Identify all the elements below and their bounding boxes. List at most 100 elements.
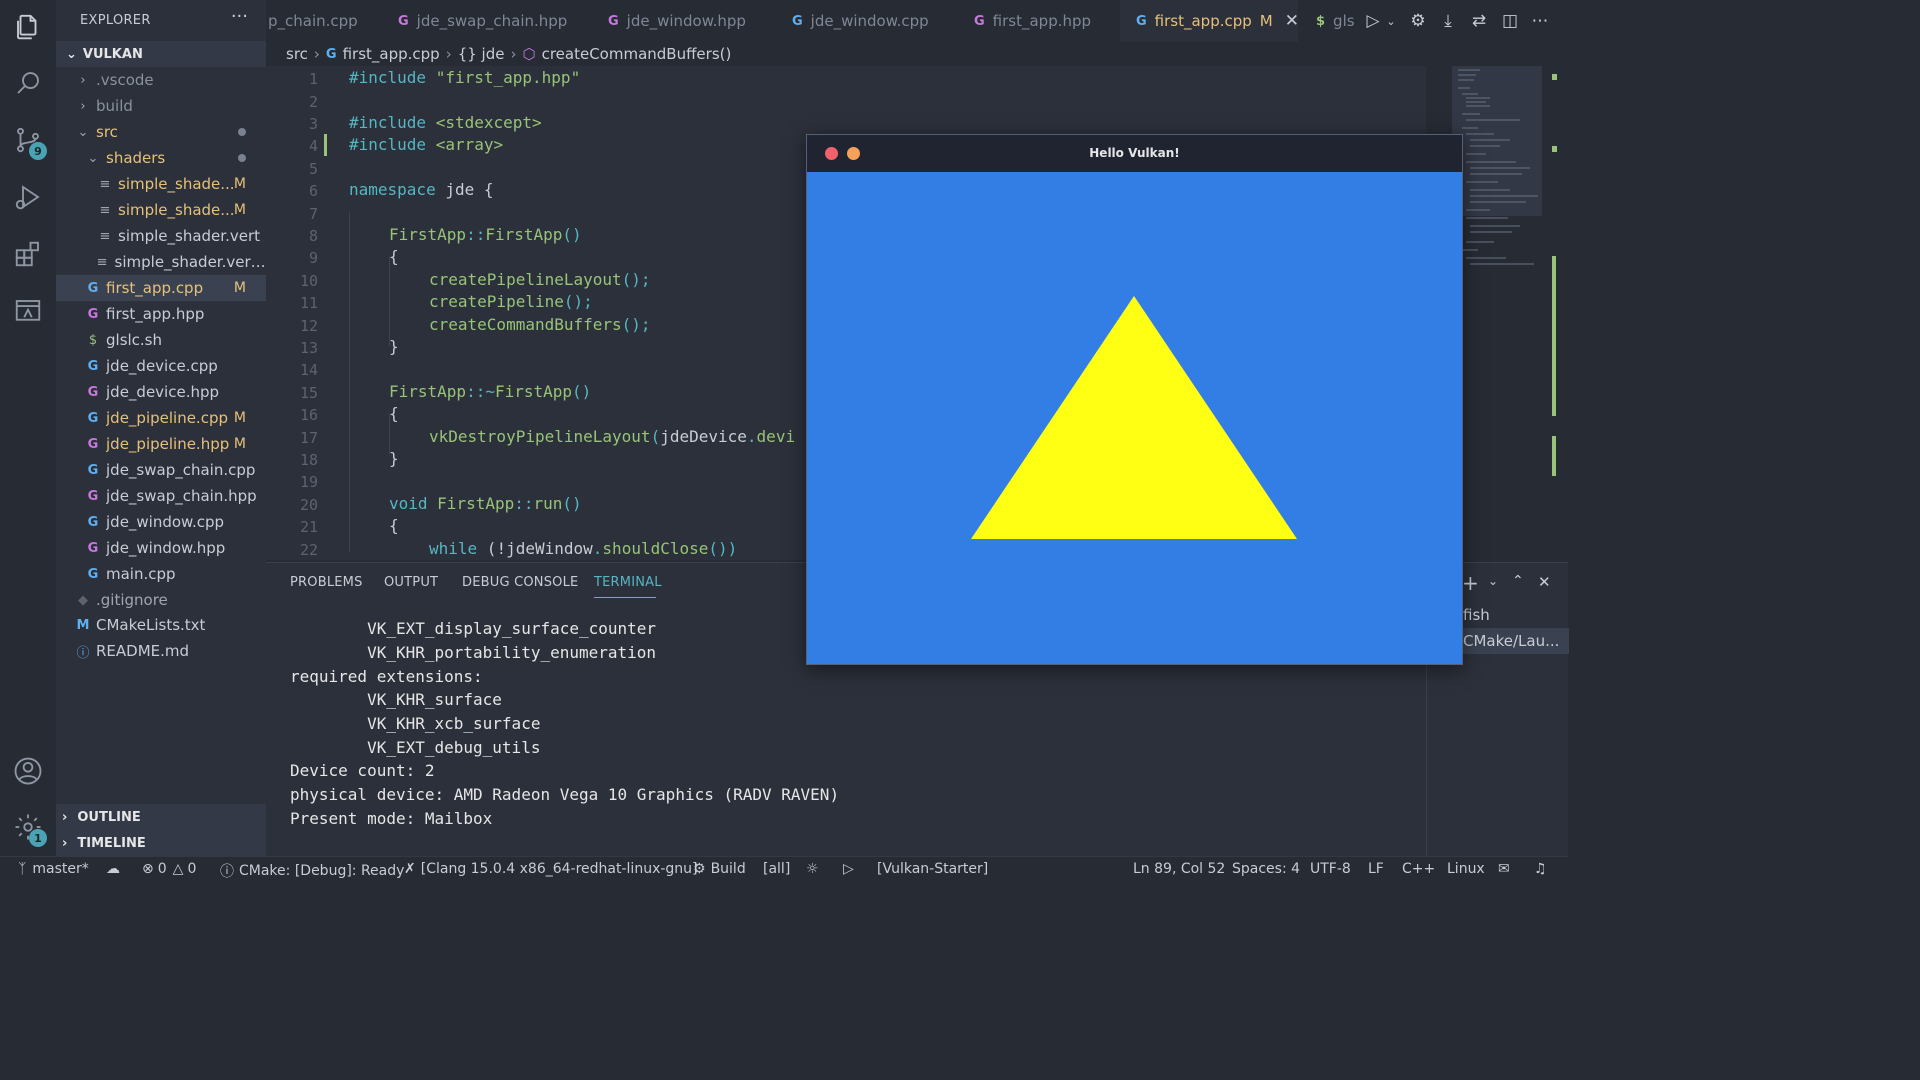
terminal-line: VK_EXT_debug_utils [290, 738, 541, 757]
explorer-icon[interactable] [0, 2, 56, 52]
tree-item-label: jde_device.cpp [106, 357, 218, 375]
code-line-9: { [389, 247, 399, 266]
end-of-line[interactable]: LF [1368, 861, 1384, 877]
breadcrumb-namespace[interactable]: {} jde [458, 45, 505, 63]
tab-jde-window-hpp[interactable]: G jde_window.hpp [608, 0, 768, 42]
tab-problems[interactable]: PROBLEMS [290, 575, 363, 590]
tree-item-build[interactable]: › build [56, 93, 266, 119]
feedback-icon[interactable]: ✉ [1498, 861, 1510, 877]
search-icon[interactable] [0, 58, 56, 108]
notifications-bell-icon[interactable]: ♫ [1534, 861, 1547, 877]
tree-item-jde-device-cpp[interactable]: G jde_device.cpp [56, 353, 266, 379]
tree-item-label: .vscode [96, 71, 154, 89]
account-icon[interactable] [0, 746, 56, 796]
tree-item-jde-swap-chain-cpp[interactable]: G jde_swap_chain.cpp [56, 457, 266, 483]
minimap[interactable] [1450, 66, 1568, 560]
manage-gear-icon[interactable] [0, 802, 56, 852]
tree-item-gitignore[interactable]: ◆ .gitignore [56, 587, 266, 613]
tab-debug-console[interactable]: DEBUG CONSOLE [462, 575, 578, 590]
tree-item-src[interactable]: ⌄ src [56, 119, 266, 145]
code-token: (! [477, 539, 507, 558]
more-actions-icon[interactable]: ⋯ [1529, 10, 1551, 32]
launch-target[interactable]: [Vulkan-Starter] [877, 861, 988, 877]
breadcrumb-folder[interactable]: src [286, 45, 308, 63]
chevron-down-icon[interactable]: ⌄ [1380, 10, 1402, 32]
tree-item-jde-pipeline-hpp[interactable]: G jde_pipeline.hpp M [56, 431, 266, 457]
tree-item-shader-vert[interactable]: ≡ simple_shader.vert [56, 223, 266, 249]
window-titlebar[interactable]: Hello Vulkan! [807, 135, 1462, 172]
more-actions-icon[interactable]: ··· [231, 6, 248, 27]
tree-item-cmakelists[interactable]: M CMakeLists.txt [56, 612, 266, 638]
timeline-section[interactable]: › TIMELINE [56, 830, 266, 856]
tree-item-shader-vert-spv[interactable]: ≡ simple_shader.vert.... [56, 249, 266, 275]
encoding[interactable]: UTF-8 [1310, 861, 1351, 877]
line-number: 2 [308, 93, 318, 111]
tree-item-jde-swap-chain-hpp[interactable]: G jde_swap_chain.hpp [56, 483, 266, 509]
language-mode[interactable]: C++ [1402, 861, 1435, 877]
run-debug-icon[interactable] [0, 172, 56, 222]
launch-icon[interactable]: ▷ [843, 861, 854, 877]
build-button[interactable]: ⚙ Build [693, 861, 746, 877]
outline-section[interactable]: › OUTLINE [56, 804, 266, 830]
tree-item-jde-window-hpp[interactable]: G jde_window.hpp [56, 535, 266, 561]
tree-item-label: build [96, 97, 133, 115]
sync-icon[interactable]: ☁ [106, 861, 120, 877]
cursor-position[interactable]: Ln 89, Col 52 [1133, 861, 1225, 877]
settings-gear-icon[interactable]: ⚙ [1407, 10, 1429, 32]
remote-explorer-icon[interactable] [0, 286, 56, 336]
tab-label: p_chain.cpp [268, 12, 358, 30]
tab-jde-window-cpp[interactable]: G jde_window.cpp [792, 0, 952, 42]
line-number: 6 [308, 182, 318, 200]
tree-item-jde-device-hpp[interactable]: G jde_device.hpp [56, 379, 266, 405]
close-panel-icon[interactable]: ✕ [1538, 573, 1551, 591]
cmake-kit[interactable]: ✗ [Clang 15.0.4 x86_64-redhat-linux-gnu] [404, 861, 698, 877]
tree-item-first-app-cpp[interactable]: G first_app.cpp M [56, 275, 266, 301]
tree-item-first-app-hpp[interactable]: G first_app.hpp [56, 301, 266, 327]
tree-item-main-cpp[interactable]: G main.cpp [56, 561, 266, 587]
code-line-16: { [389, 404, 399, 423]
tree-item-label: main.cpp [106, 565, 176, 583]
tab-jde-swap-chain-hpp[interactable]: G jde_swap_chain.hpp [398, 0, 578, 42]
code-line-11: createPipeline(); [429, 292, 593, 311]
tree-item-readme[interactable]: ⓘ README.md [56, 638, 266, 664]
split-editor-icon[interactable]: ◫ [1499, 10, 1521, 32]
vulkan-app-window[interactable]: Hello Vulkan! [806, 134, 1463, 665]
problems-summary[interactable]: ⊗ 0 △ 0 [142, 861, 196, 877]
tab-swap-chain-cpp[interactable]: p_chain.cpp [268, 0, 380, 42]
cmake-status[interactable]: ⓘ CMake: [Debug]: Ready [220, 861, 404, 881]
compare-changes-icon[interactable]: ⇄ [1468, 10, 1490, 32]
debug-icon[interactable]: ☼ [806, 861, 819, 877]
tab-glslc-sh[interactable]: $ gls [1316, 0, 1366, 42]
workspace-root[interactable]: ⌄ VULKAN [56, 41, 266, 67]
modified-mark: M [233, 176, 246, 192]
build-target[interactable]: [all] [763, 861, 790, 877]
close-tab-icon[interactable]: ✕ [1285, 11, 1299, 31]
tree-item-jde-window-cpp[interactable]: G jde_window.cpp [56, 509, 266, 535]
tree-item-shaders[interactable]: ⌄ shaders [56, 145, 266, 171]
chevron-down-icon[interactable]: ⌄ [1488, 574, 1498, 588]
tree-item-shader-frag-spv[interactable]: ≡ simple_shade... M [56, 197, 266, 223]
download-icon[interactable]: ⤓ [1437, 10, 1459, 32]
tab-output[interactable]: OUTPUT [384, 575, 438, 590]
tab-first-app-hpp[interactable]: G first_app.hpp [974, 0, 1124, 42]
indentation[interactable]: Spaces: 4 [1232, 861, 1300, 877]
tab-terminal[interactable]: TERMINAL [594, 575, 662, 590]
maximize-panel-icon[interactable]: ⌃ [1512, 573, 1524, 589]
tree-item-label: simple_shade... [118, 175, 235, 193]
tree-item-vscode[interactable]: › .vscode [56, 67, 266, 93]
git-branch[interactable]: ᛉ master* [18, 861, 89, 877]
breadcrumb-file[interactable]: first_app.cpp [343, 45, 440, 63]
source-control-icon[interactable] [0, 115, 56, 165]
window-title: Hello Vulkan! [1089, 146, 1180, 160]
extensions-icon[interactable] [0, 229, 56, 279]
tree-item-jde-pipeline-cpp[interactable]: G jde_pipeline.cpp M [56, 405, 266, 431]
new-terminal-icon[interactable]: + [1462, 571, 1479, 595]
tab-first-app-cpp[interactable]: G first_app.cpp M ✕ [1120, 0, 1299, 42]
code-token: FirstApp [389, 382, 467, 401]
code-token: ::~ [466, 382, 495, 401]
tree-item-label: jde_swap_chain.cpp [106, 461, 256, 479]
tree-item-shader-frag[interactable]: ≡ simple_shade... M [56, 171, 266, 197]
tree-item-glslc-sh[interactable]: $ glslc.sh [56, 327, 266, 353]
breadcrumb-symbol[interactable]: createCommandBuffers() [542, 45, 732, 63]
platform[interactable]: Linux [1447, 861, 1485, 877]
